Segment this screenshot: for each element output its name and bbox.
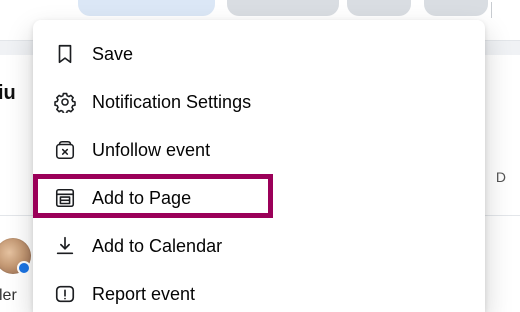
background-bottom-left-fragment: ler xyxy=(0,287,17,304)
verified-badge-icon xyxy=(17,261,31,275)
menu-item-label: Save xyxy=(92,43,134,64)
download-calendar-icon xyxy=(52,233,78,259)
menu-item-report-event[interactable]: Report event xyxy=(40,274,478,312)
nav-tab-pill[interactable] xyxy=(347,0,411,16)
menu-item-label: Add to Calendar xyxy=(92,235,223,256)
unfollow-icon xyxy=(52,137,78,163)
report-icon xyxy=(52,281,78,307)
background-right-fragment: D xyxy=(495,169,506,185)
menu-item-add-to-page[interactable]: Add to Page xyxy=(33,174,478,218)
menu-item-unfollow-event[interactable]: Unfollow event xyxy=(40,130,478,170)
page-layout-icon xyxy=(52,185,78,211)
bookmark-icon xyxy=(52,41,78,67)
nav-tab-pill[interactable] xyxy=(424,0,488,16)
menu-item-label: Unfollow event xyxy=(92,139,211,160)
menu-item-save[interactable]: Save xyxy=(40,34,478,74)
menu-item-add-to-calendar[interactable]: Add to Calendar xyxy=(40,226,478,266)
nav-tab-pill[interactable] xyxy=(227,0,339,16)
event-options-menu: Save Notification Settings Unfollow even… xyxy=(33,20,485,312)
menu-item-label: Notification Settings xyxy=(92,91,252,112)
nav-tab-pill[interactable] xyxy=(78,0,215,16)
menu-item-label: Add to Page xyxy=(92,187,192,208)
top-bar-separator xyxy=(491,2,492,18)
background-title-fragment: iu xyxy=(0,82,16,104)
menu-item-notification-settings[interactable]: Notification Settings xyxy=(40,82,478,122)
menu-item-label: Report event xyxy=(92,283,196,304)
gear-icon xyxy=(52,89,78,115)
